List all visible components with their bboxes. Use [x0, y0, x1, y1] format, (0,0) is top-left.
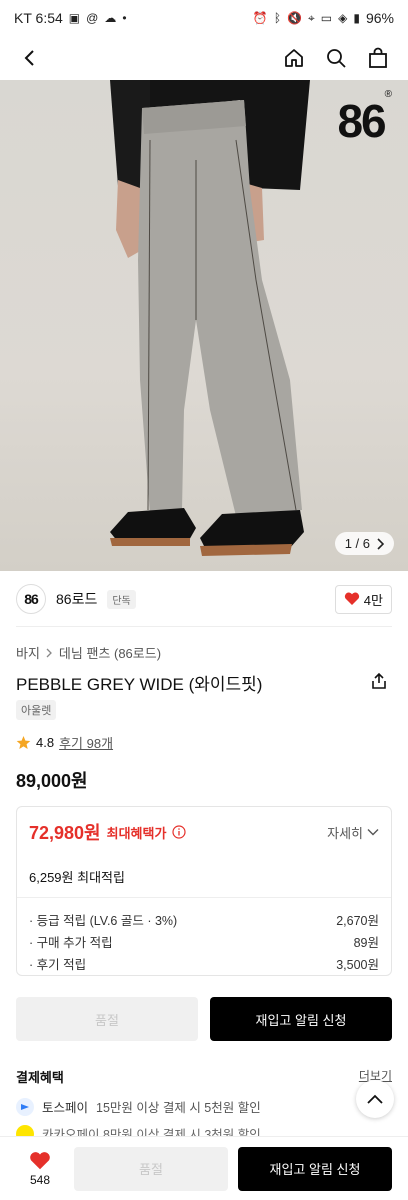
- info-icon[interactable]: [172, 825, 187, 839]
- breadcrumb-subcategory[interactable]: 데님 팬츠 (86로드): [59, 643, 161, 662]
- points-line: · 등급 적립 (LV.6 골드 · 3%) 2,670원: [29, 908, 379, 930]
- points-total: 6,259원 최대적립: [29, 870, 125, 885]
- brand-like-count: 4만: [363, 592, 383, 608]
- carrier-time: KT 6:54: [14, 10, 63, 26]
- exclusive-badge: 단독: [107, 589, 136, 609]
- location-icon: ⌖: [308, 11, 315, 25]
- best-price: 72,980원: [29, 823, 101, 843]
- points-line: · 구매 추가 적립 89원: [29, 930, 379, 952]
- share-button[interactable]: [370, 672, 390, 692]
- toss-pay-icon: [16, 1097, 34, 1116]
- status-left: KT 6:54 ▣ @ ☁ •: [14, 10, 127, 26]
- signal-icon: ▮: [353, 11, 360, 25]
- reviews-link[interactable]: 후기 98개: [59, 733, 113, 752]
- heart-icon: [30, 1151, 50, 1169]
- search-icon: [327, 49, 346, 68]
- brand-like-button[interactable]: 4만: [334, 584, 392, 614]
- back-button[interactable]: [16, 44, 44, 72]
- points-breakdown: · 등급 적립 (LV.6 골드 · 3%) 2,670원 · 구매 추가 적립…: [17, 897, 391, 974]
- brand-row: 86 86로드 단독 4만: [16, 583, 392, 615]
- brand-watermark: 86®: [337, 88, 392, 147]
- points-line-value: 3,500원: [336, 957, 379, 972]
- benefit-detail-label: 자세히: [327, 825, 363, 841]
- scroll-top-button[interactable]: [356, 1080, 394, 1118]
- toss-pay-desc: 15만원 이상 결제 시 5천원 할인: [96, 1101, 261, 1115]
- chevron-right-icon: [377, 537, 384, 550]
- dot-icon: •: [122, 11, 127, 25]
- bottom-restock-alert-button[interactable]: 재입고 알림 신청: [238, 1146, 392, 1191]
- breadcrumb: 바지 데님 팬츠 (86로드): [16, 643, 161, 662]
- toss-pay-name: 토스페이: [42, 1101, 89, 1115]
- bottom-like-button[interactable]: 548: [16, 1151, 64, 1187]
- image-counter[interactable]: 1 / 6: [334, 532, 394, 555]
- home-button[interactable]: [280, 44, 308, 72]
- bottom-bar: 548 품절 재입고 알림 신청: [0, 1136, 408, 1200]
- points-line: · 후기 적립 3,500원: [29, 952, 379, 974]
- chevron-left-icon: [24, 50, 34, 66]
- product-photo-illustration: [110, 80, 310, 556]
- shopping-bag-icon: [369, 47, 387, 68]
- chevron-up-icon: [367, 1094, 383, 1104]
- best-price-label: 최대혜택가: [106, 825, 167, 841]
- restock-alert-button[interactable]: 재입고 알림 신청: [210, 997, 392, 1041]
- cart-button[interactable]: [364, 44, 392, 72]
- bottom-like-count: 548: [29, 1172, 51, 1187]
- action-buttons: 품절 재입고 알림 신청: [16, 997, 392, 1041]
- sold-out-button[interactable]: 품절: [16, 997, 198, 1041]
- points-line-label: · 등급 적립 (LV.6 골드 · 3%): [29, 913, 178, 928]
- hd-icon: ▭: [320, 11, 333, 25]
- alarm-icon: ⏰: [252, 11, 268, 25]
- benefit-detail-button[interactable]: 자세히: [327, 823, 379, 842]
- toss-pay-benefit: 토스페이 15만원 이상 결제 시 5천원 할인: [16, 1097, 261, 1116]
- bluetooth-icon: ᛒ: [273, 11, 282, 25]
- points-line-label: · 후기 적립: [29, 957, 87, 972]
- product-title: PEBBLE GREY WIDE (와이드핏): [16, 675, 263, 694]
- star-icon: [16, 736, 31, 749]
- home-icon: [285, 49, 303, 67]
- status-bar: KT 6:54 ▣ @ ☁ • ⏰ ᛒ 🔇 ⌖ ▭ ◈ ▮ 96%: [0, 0, 408, 36]
- divider: [16, 626, 392, 627]
- top-nav: [0, 36, 408, 80]
- payment-benefits-title: 결제혜택: [16, 1070, 64, 1085]
- status-right: ⏰ ᛒ 🔇 ⌖ ▭ ◈ ▮ 96%: [253, 10, 394, 26]
- points-line-value: 89원: [353, 935, 379, 950]
- search-button[interactable]: [322, 44, 350, 72]
- at-notification-icon: @: [86, 11, 99, 25]
- gallery-notification-icon: ▣: [68, 11, 81, 25]
- battery-text: 96%: [365, 10, 394, 26]
- product-price: 89,000원: [16, 771, 88, 791]
- mute-icon: 🔇: [287, 11, 303, 25]
- chevron-right-icon: [46, 648, 52, 657]
- product-image[interactable]: 86® 1 / 6: [0, 80, 408, 571]
- outlet-tag: 아울렛: [16, 700, 57, 720]
- rating-row: 4.8 후기 98개: [16, 733, 113, 752]
- bottom-sold-out-button[interactable]: 품절: [74, 1146, 228, 1191]
- chevron-down-icon: [367, 829, 379, 836]
- heart-icon: [344, 592, 359, 605]
- benefit-box: 72,980원 최대혜택가 자세히 6,259원 최대적립 · 등급 적립 (L…: [16, 806, 392, 976]
- share-icon: [372, 672, 386, 689]
- breadcrumb-category[interactable]: 바지: [16, 643, 40, 662]
- brand-name[interactable]: 86로드: [56, 589, 97, 609]
- cloud-notification-icon: ☁: [104, 11, 117, 25]
- points-line-value: 2,670원: [336, 913, 379, 928]
- brand-avatar[interactable]: 86: [16, 584, 46, 614]
- rating-value: 4.8: [36, 735, 55, 750]
- wifi-icon: ◈: [338, 11, 348, 25]
- points-line-label: · 구매 추가 적립: [29, 935, 113, 950]
- image-counter-text: 1 / 6: [344, 536, 370, 551]
